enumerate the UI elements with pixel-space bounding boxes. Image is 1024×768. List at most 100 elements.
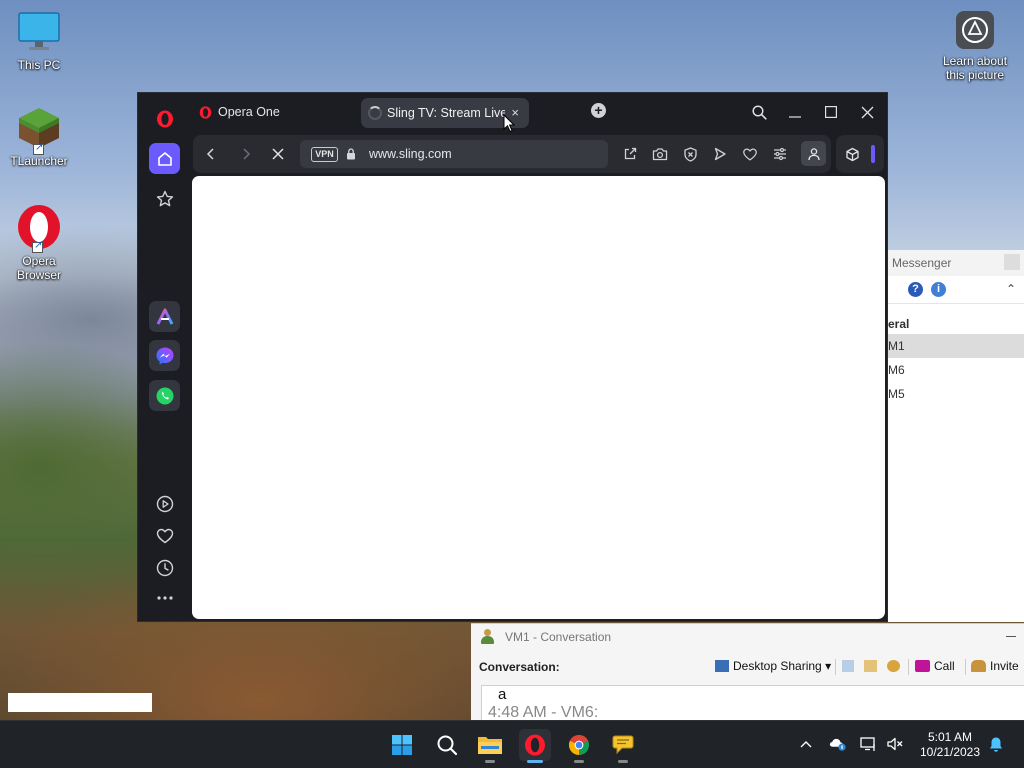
- notepad-button[interactable]: [842, 659, 858, 673]
- sidebar-whatsapp-button[interactable]: [149, 380, 180, 411]
- conversation-window: VM1 - Conversation Conversation: Desktop…: [471, 623, 1024, 721]
- onedrive-tray-button[interactable]: [829, 735, 847, 753]
- taskbar: 5:01 AM 10/21/2023: [0, 720, 1024, 768]
- file-explorer-button[interactable]: [474, 729, 506, 763]
- minimize-button[interactable]: [785, 102, 805, 122]
- snapshot-button[interactable]: [651, 145, 669, 163]
- call-button[interactable]: Call: [915, 659, 955, 673]
- conversation-toolbar: Conversation: Desktop Sharing ▾ Call Inv…: [471, 650, 1024, 682]
- desktop-sharing-button[interactable]: Desktop Sharing ▾: [715, 659, 831, 673]
- whatsapp-icon: [156, 387, 173, 404]
- running-indicator: [618, 760, 628, 763]
- vpn-badge[interactable]: VPN: [311, 147, 338, 162]
- conversation-history[interactable]: a 4:48 AM - VM6:: [481, 685, 1024, 721]
- help-icon[interactable]: ?: [908, 282, 923, 297]
- chat-bubble-icon: [612, 735, 634, 755]
- messenger-toolbar: ? i ⌃: [886, 276, 1024, 304]
- video-camera-icon: [915, 660, 930, 672]
- volume-tray-button[interactable]: [886, 735, 904, 753]
- opera-menu-button[interactable]: [149, 103, 180, 134]
- search-button[interactable]: [431, 729, 463, 761]
- share-button[interactable]: [621, 145, 639, 163]
- tab-label: Sling TV: Stream Live: [387, 106, 505, 120]
- contact-group-header: eral: [888, 317, 910, 331]
- address-bar[interactable]: VPN www.sling.com: [300, 140, 608, 168]
- info-icon[interactable]: i: [931, 282, 946, 297]
- star-icon: [156, 190, 173, 206]
- chrome-taskbar-button[interactable]: [563, 729, 595, 763]
- navigation-toolbar: VPN www.sling.com: [193, 135, 831, 173]
- conversation-label: Conversation:: [479, 660, 560, 674]
- sidebar-messenger-button[interactable]: [149, 340, 180, 371]
- heart-icon: [156, 528, 173, 543]
- clock-date: 10/21/2023: [919, 745, 981, 759]
- desktop-icon-label: Learn about this picture: [942, 54, 1008, 82]
- minimize-icon[interactable]: [1006, 636, 1016, 637]
- minimize-icon: [789, 116, 801, 118]
- messenger-taskbar-button[interactable]: [607, 729, 639, 763]
- contact-item[interactable]: M1: [886, 334, 1024, 358]
- shortcut-arrow-icon: [33, 142, 44, 155]
- page-viewport[interactable]: [192, 176, 885, 619]
- back-button[interactable]: [202, 145, 220, 163]
- monitor-icon: [17, 10, 61, 54]
- folder-icon: [478, 737, 502, 754]
- sidebar-aria-button[interactable]: [149, 301, 180, 332]
- sidebar-player-button[interactable]: [149, 488, 180, 519]
- sidebar-bookmarks-button[interactable]: [149, 520, 180, 551]
- notepad-icon: [842, 660, 854, 672]
- sidebar-history-button[interactable]: [149, 552, 180, 583]
- dropdown-arrow-icon: ▾: [825, 659, 832, 673]
- opera-logo-icon: [16, 204, 62, 253]
- toolbar-divider: [835, 659, 836, 675]
- camera-icon: [652, 148, 668, 161]
- tab-opera-one[interactable]: Opera One: [199, 105, 280, 119]
- emoticons-button[interactable]: [887, 659, 904, 673]
- new-tab-button[interactable]: +: [591, 103, 606, 118]
- show-hidden-icons-button[interactable]: [797, 735, 815, 753]
- maximize-button[interactable]: [821, 102, 841, 122]
- ad-blocker-button[interactable]: [681, 145, 699, 163]
- bookmark-page-button[interactable]: [741, 145, 759, 163]
- desktop-icon-learn-about-picture[interactable]: Learn about this picture: [937, 10, 1013, 82]
- clock-time: 5:01 AM: [927, 730, 973, 744]
- search-tabs-button[interactable]: [749, 102, 769, 122]
- cloud-status-icon: [829, 738, 846, 751]
- lock-icon[interactable]: [346, 148, 356, 160]
- invite-button[interactable]: Invite: [971, 659, 1019, 673]
- file-transfer-button[interactable]: [864, 659, 881, 673]
- contact-person-icon: [481, 629, 494, 644]
- running-indicator: [527, 760, 543, 763]
- contact-item[interactable]: M5: [886, 382, 1024, 406]
- sidebar-more-button[interactable]: [149, 582, 180, 613]
- close-window-button[interactable]: [857, 102, 877, 122]
- desktop-icon-opera-browser[interactable]: Opera Browser: [1, 204, 77, 282]
- stop-loading-button[interactable]: [269, 145, 287, 163]
- start-button[interactable]: [386, 729, 418, 761]
- notifications-button[interactable]: [987, 735, 1005, 753]
- easy-setup-button[interactable]: [771, 145, 789, 163]
- desktop-icon-tlauncher[interactable]: TLauncher: [1, 106, 77, 168]
- extensions-toolbar: [836, 135, 884, 173]
- system-clock[interactable]: 5:01 AM 10/21/2023: [915, 730, 985, 760]
- share-icon: [624, 147, 637, 160]
- contact-item[interactable]: M6: [886, 358, 1024, 382]
- chevron-up-icon[interactable]: ⌃: [1006, 282, 1016, 296]
- opera-taskbar-button[interactable]: [519, 729, 551, 763]
- forward-button[interactable]: [237, 145, 255, 163]
- chevron-right-icon: [243, 148, 251, 160]
- call-label: Call: [934, 659, 955, 673]
- flow-button[interactable]: [711, 145, 729, 163]
- shield-x-icon: [683, 146, 697, 162]
- conversation-title: VM1 - Conversation: [505, 630, 612, 644]
- extensions-button[interactable]: [843, 145, 861, 163]
- desktop-icon-this-pc[interactable]: This PC: [1, 10, 77, 72]
- sidebar-speed-dial-button[interactable]: [149, 183, 180, 214]
- running-indicator: [574, 760, 584, 763]
- messenger-close-button[interactable]: [1004, 254, 1020, 270]
- sidebar-home-button[interactable]: [149, 143, 180, 174]
- messenger-window: Messenger ? i ⌃ eral M1 M6 M5: [885, 250, 1024, 622]
- network-tray-button[interactable]: [860, 735, 878, 753]
- shortcut-arrow-icon: [32, 240, 43, 253]
- profile-button[interactable]: [801, 141, 826, 166]
